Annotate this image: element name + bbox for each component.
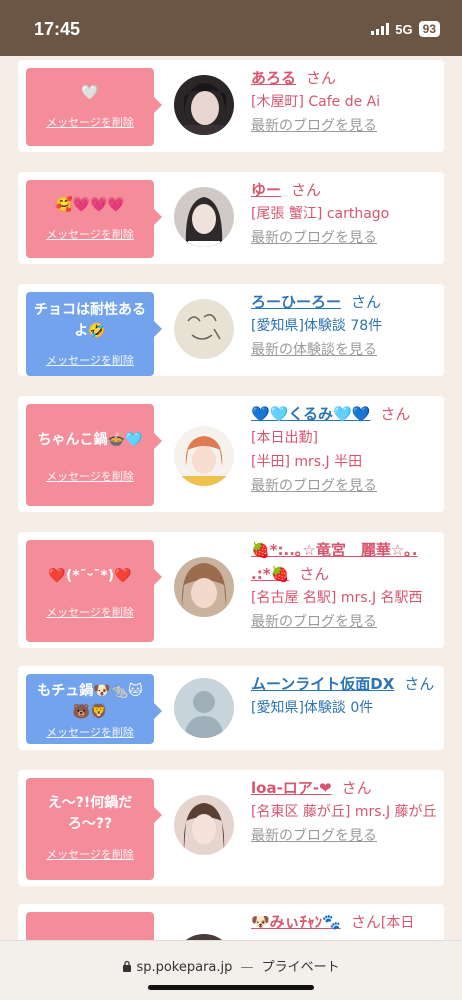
avatar[interactable] [174,426,234,486]
honorific: さん [380,405,411,423]
url-separator: — [240,960,254,975]
message-card: ちゃんこ鍋🍲🩵 メッセージを削除 💙🩵くるみ🩵💙 さん [本日出勤] [半田] m… [18,396,444,512]
latest-blog-link[interactable]: 最新のブログを見る [251,474,377,498]
shop-info: [木屋町] Cafe de Ai [251,94,381,110]
work-status: [本日 [380,915,415,931]
lock-icon [122,960,136,975]
card-info: 🍓*:..｡☆竜宮 麗華☆｡. .:*🍓 さん [名古屋 名駅] mrs.J 名駅… [251,538,438,634]
cast-name-link[interactable]: loa-ロア-❤ [251,779,332,797]
honorific: さん [351,293,382,311]
avatar[interactable] [174,187,234,247]
message-text: 🤍 [81,84,99,101]
shop-info: [名東区 藤が丘] mrs.J 藤が丘 [251,804,437,820]
message-text: もチュ鍋🐶🐀🐱🐻🦁 [37,683,143,720]
honorific: さん [306,69,337,87]
private-mode-label: プライベート [261,960,340,975]
message-bubble: 🤍 メッセージを削除 [26,68,162,146]
card-info: loa-ロア-❤ さん [名東区 藤が丘] mrs.J 藤が丘 最新のブログを見る [251,776,438,848]
network-label: 5G [395,21,413,37]
card-info: 🐶みぃﾁｬﾝ🐾 さん[本日 [251,910,438,935]
latest-blog-link[interactable]: 最新のブログを見る [251,610,377,634]
avatar[interactable] [174,75,234,135]
cast-name-link[interactable]: 🍓*:..｡☆竜宮 麗華☆｡. .:*🍓 [251,541,418,583]
latest-review-link[interactable]: 最新の体験談を見る [251,338,377,362]
card-info: あろる さん [木屋町] Cafe de Ai 最新のブログを見る [251,66,438,138]
message-bubble: ちゃんこ鍋🍲🩵 メッセージを削除 [26,404,162,506]
message-text: ❤️(*¯ᵕ¯*)❤️ [48,567,132,584]
message-text: え〜?!何鍋だろ〜?? [47,795,133,832]
shop-info: [半田] mrs.J 半田 [251,454,363,470]
honorific: さん [341,779,372,797]
latest-blog-link[interactable]: 最新のブログを見る [251,824,377,848]
message-card: え〜?!何鍋だろ〜?? メッセージを削除 loa-ロア-❤ さん [名東区 藤が丘… [18,770,444,886]
message-card: ❤️(*¯ᵕ¯*)❤️ メッセージを削除 🍓*:..｡☆竜宮 麗華☆｡. .:*… [18,532,444,648]
message-text: チョコは耐性あるよ🤣 [34,302,146,339]
message-bubble: チョコは耐性あるよ🤣 メッセージを削除 [26,292,162,376]
message-bubble: ❤️(*¯ᵕ¯*)❤️ メッセージを削除 [26,540,162,642]
delete-message-link[interactable]: メッセージを削除 [26,226,154,242]
card-info: ろーひーろー さん [愛知県]体験談 78件 最新の体験談を見る [251,290,438,362]
cast-name-link[interactable]: ムーンライト仮面DX [251,675,394,693]
card-info: ムーンライト仮面DX さん [愛知県]体験談 0件 [251,672,438,720]
message-card: 🥰💗💗💗 メッセージを削除 ゆー さん [尾張 蟹江] carthago 最新のブ… [18,172,444,264]
message-card: 🤍 メッセージを削除 あろる さん [木屋町] Cafe de Ai 最新のブログ… [18,60,444,152]
message-bubble: え〜?!何鍋だろ〜?? メッセージを削除 [26,778,162,880]
latest-blog-link[interactable]: 最新のブログを見る [251,114,377,138]
cast-name-link[interactable]: あろる [251,69,296,87]
review-count: [愛知県]体験談 0件 [251,700,374,716]
honorific: さん [299,565,330,583]
avatar[interactable] [174,557,234,617]
cast-name-link[interactable]: 💙🩵くるみ🩵💙 [251,405,370,423]
battery-icon: 93 [418,21,440,37]
home-indicator[interactable] [148,985,314,990]
delete-message-link[interactable]: メッセージを削除 [26,724,154,740]
delete-message-link[interactable]: メッセージを削除 [26,468,154,484]
status-bar: 17:45 5G 93 [0,0,462,56]
latest-blog-link[interactable]: 最新のブログを見る [251,226,377,250]
honorific: さん [404,675,435,693]
cast-name-link[interactable]: ゆー [251,181,281,199]
message-bubble: もチュ鍋🐶🐀🐱🐻🦁 メッセージを削除 [26,674,162,744]
message-card: もチュ鍋🐶🐀🐱🐻🦁 メッセージを削除 ムーンライト仮面DX さん [愛知県]体験談… [18,666,444,750]
card-info: ゆー さん [尾張 蟹江] carthago 最新のブログを見る [251,178,438,250]
avatar[interactable] [174,678,234,738]
delete-message-link[interactable]: メッセージを削除 [26,352,154,368]
card-info: 💙🩵くるみ🩵💙 さん [本日出勤] [半田] mrs.J 半田 最新のブログを見る [251,402,438,498]
review-count: [愛知県]体験談 78件 [251,318,383,334]
avatar[interactable] [174,299,234,359]
cast-name-link[interactable]: ろーひーろー [251,293,341,311]
message-card: チョコは耐性あるよ🤣 メッセージを削除 ろーひーろー さん [愛知県]体験談 78… [18,284,444,376]
message-bubble: 🥰💗💗💗 メッセージを削除 [26,180,162,258]
status-time: 17:45 [34,19,81,39]
honorific: さん [350,913,381,931]
status-icons: 5G 93 [371,21,440,37]
cast-name-link[interactable]: 🐶みぃﾁｬﾝ🐾 [251,913,341,931]
url-text[interactable]: sp.pokepara.jp [136,960,232,975]
delete-message-link[interactable]: メッセージを削除 [26,114,154,130]
message-text: 🥰💗💗💗 [55,196,125,213]
honorific: さん [291,181,322,199]
shop-info: [名古屋 名駅] mrs.J 名駅西 [251,590,423,606]
shop-info: [尾張 蟹江] carthago [251,206,390,222]
browser-address-bar[interactable]: sp.pokepara.jp — プライベート [0,940,462,1000]
avatar[interactable] [174,795,234,855]
delete-message-link[interactable]: メッセージを削除 [26,846,154,862]
message-text: ちゃんこ鍋🍲🩵 [37,431,143,448]
delete-message-link[interactable]: メッセージを削除 [26,604,154,620]
work-status: [本日出勤] [251,430,318,446]
signal-icon [371,23,390,35]
